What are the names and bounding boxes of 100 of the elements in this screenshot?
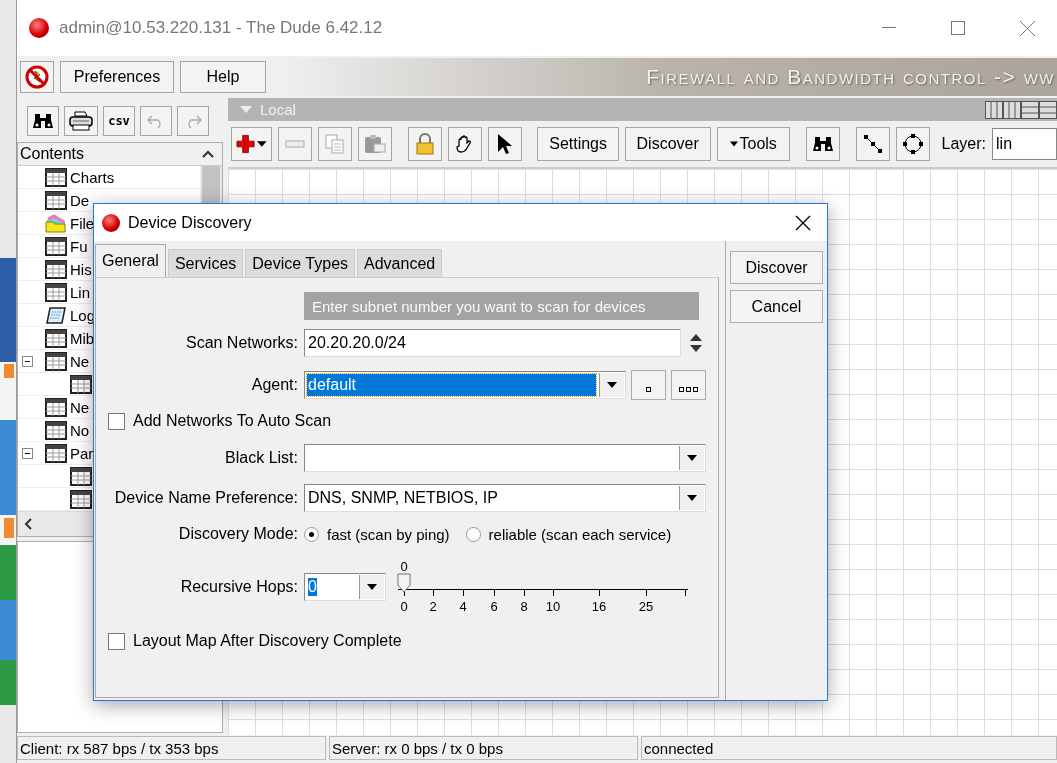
toolbar-button[interactable]: Discover bbox=[624, 127, 711, 161]
tab[interactable]: Device Types bbox=[245, 249, 356, 277]
field-label: Device Name Preference: bbox=[113, 489, 298, 507]
find-button[interactable] bbox=[27, 106, 59, 136]
table-icon bbox=[70, 374, 92, 394]
tree-item[interactable]: File bbox=[70, 214, 95, 232]
checkbox-label[interactable]: Layout Map After Discovery Complete bbox=[133, 632, 402, 650]
tick-label: 25 bbox=[638, 599, 654, 614]
checkbox[interactable] bbox=[108, 412, 125, 430]
ellipsis-icon bbox=[679, 387, 698, 392]
tree-item[interactable]: Par bbox=[70, 444, 94, 462]
more-button[interactable] bbox=[671, 370, 706, 400]
tab[interactable]: Services bbox=[167, 249, 244, 277]
tree-item[interactable]: Mib bbox=[70, 329, 95, 347]
maximize-icon[interactable] bbox=[951, 21, 965, 35]
tree-item[interactable]: Ne bbox=[70, 398, 90, 416]
toolbar-button[interactable]: Settings bbox=[537, 127, 619, 161]
collapse-icon[interactable] bbox=[22, 447, 33, 459]
radio-label[interactable]: fast (scan by ping) bbox=[327, 525, 450, 543]
tab[interactable]: Advanced bbox=[357, 249, 443, 277]
caret-icon bbox=[257, 141, 267, 147]
tick-label: 16 bbox=[591, 599, 607, 614]
folder-icon bbox=[45, 213, 67, 233]
tick-label: 0 bbox=[400, 599, 408, 614]
layer-field[interactable]: lin bbox=[992, 128, 1057, 160]
chevron-left-icon[interactable] bbox=[24, 518, 32, 530]
spinner-icon[interactable] bbox=[689, 333, 703, 353]
table-icon bbox=[45, 236, 67, 256]
status-text: connected bbox=[641, 736, 1057, 760]
tick-label: 8 bbox=[520, 599, 528, 614]
app-logo-icon bbox=[102, 213, 120, 232]
table-icon bbox=[45, 282, 67, 302]
dialog-title: Device Discovery bbox=[128, 213, 252, 232]
hand-button[interactable] bbox=[447, 127, 482, 161]
tab[interactable]: General bbox=[95, 244, 166, 277]
tools-menu-button[interactable]: Tools bbox=[716, 127, 790, 161]
binoculars-icon bbox=[32, 112, 54, 130]
close-icon[interactable] bbox=[795, 214, 811, 231]
radio-label[interactable]: reliable (scan each service) bbox=[488, 525, 672, 543]
checkbox-label[interactable]: Add Networks To Auto Scan bbox=[133, 412, 332, 430]
link-button[interactable] bbox=[855, 127, 890, 161]
menu-button[interactable]: Help bbox=[180, 61, 266, 93]
tree-item[interactable]: Lin bbox=[70, 283, 91, 301]
tree-item[interactable]: His bbox=[70, 260, 92, 278]
tree-item[interactable]: Ne bbox=[70, 352, 90, 370]
slider-value: 0 bbox=[400, 559, 408, 574]
minimize-icon[interactable] bbox=[882, 27, 896, 29]
table-icon bbox=[45, 443, 67, 463]
plus-icon bbox=[236, 134, 256, 154]
status-text: Client: rx 587 bps / tx 353 bps bbox=[17, 736, 326, 760]
dropdown-arrow-icon bbox=[687, 455, 697, 461]
collapse-icon[interactable] bbox=[22, 355, 33, 367]
menu-button[interactable]: Preferences bbox=[60, 61, 174, 93]
tick-label: 2 bbox=[429, 599, 437, 614]
ring-icon bbox=[901, 133, 924, 155]
csv-button[interactable]: csv bbox=[103, 106, 135, 136]
layout-icon[interactable] bbox=[1021, 100, 1039, 119]
table-icon bbox=[45, 351, 67, 371]
log-icon bbox=[45, 305, 67, 325]
printer-icon bbox=[69, 111, 93, 131]
binoculars-icon bbox=[811, 135, 834, 153]
field-label: Recursive Hops: bbox=[179, 578, 298, 596]
print-button[interactable] bbox=[64, 106, 98, 136]
radio-button[interactable] bbox=[465, 526, 481, 542]
tree-item[interactable]: De bbox=[70, 191, 90, 209]
dialog-button[interactable]: Cancel bbox=[730, 290, 823, 323]
radio-button[interactable] bbox=[304, 526, 319, 542]
dropdown[interactable]: default bbox=[304, 371, 626, 399]
lock-button[interactable] bbox=[407, 127, 442, 161]
layer-label: Layer: bbox=[941, 135, 986, 153]
slider-thumb[interactable] bbox=[397, 573, 411, 593]
layout-icon[interactable] bbox=[1039, 100, 1057, 119]
tree-item[interactable]: Charts bbox=[70, 168, 115, 186]
chevron-up-icon[interactable] bbox=[202, 150, 214, 158]
layout-icon[interactable] bbox=[985, 100, 1003, 119]
tick-label: 10 bbox=[545, 599, 561, 614]
table-icon bbox=[45, 420, 67, 440]
field-label: Black List: bbox=[224, 449, 298, 467]
copy-icon bbox=[324, 134, 345, 154]
input-field[interactable]: 20.20.20.0/24 bbox=[304, 329, 681, 357]
checkbox[interactable] bbox=[108, 632, 125, 650]
dropdown[interactable]: 0 bbox=[304, 573, 386, 601]
dropdown-arrow-icon bbox=[687, 495, 697, 501]
dialog-button[interactable]: Discover bbox=[730, 251, 823, 284]
field-label: Scan Networks: bbox=[184, 334, 298, 352]
layout-icon[interactable] bbox=[1003, 100, 1021, 119]
ring-button[interactable] bbox=[895, 127, 930, 161]
disconnect-button[interactable] bbox=[20, 61, 54, 93]
tick-label: 4 bbox=[459, 599, 467, 614]
clipboard-icon bbox=[363, 134, 386, 154]
tree-item[interactable]: No bbox=[70, 421, 90, 439]
slider[interactable]: 0 0 2 4 6 8 10 16 25 bbox=[398, 559, 694, 621]
dropdown[interactable]: DNS, SNMP, NETBIOS, IP bbox=[304, 484, 706, 512]
tree-item[interactable]: Fu bbox=[70, 237, 88, 255]
dropdown[interactable] bbox=[304, 444, 706, 472]
add-button[interactable] bbox=[231, 127, 272, 161]
dropdown-arrow-icon bbox=[607, 382, 617, 388]
status-text: Server: rx 0 bps / tx 0 bps bbox=[329, 736, 638, 760]
pointer-button[interactable] bbox=[487, 127, 522, 161]
find-button[interactable] bbox=[805, 127, 840, 161]
